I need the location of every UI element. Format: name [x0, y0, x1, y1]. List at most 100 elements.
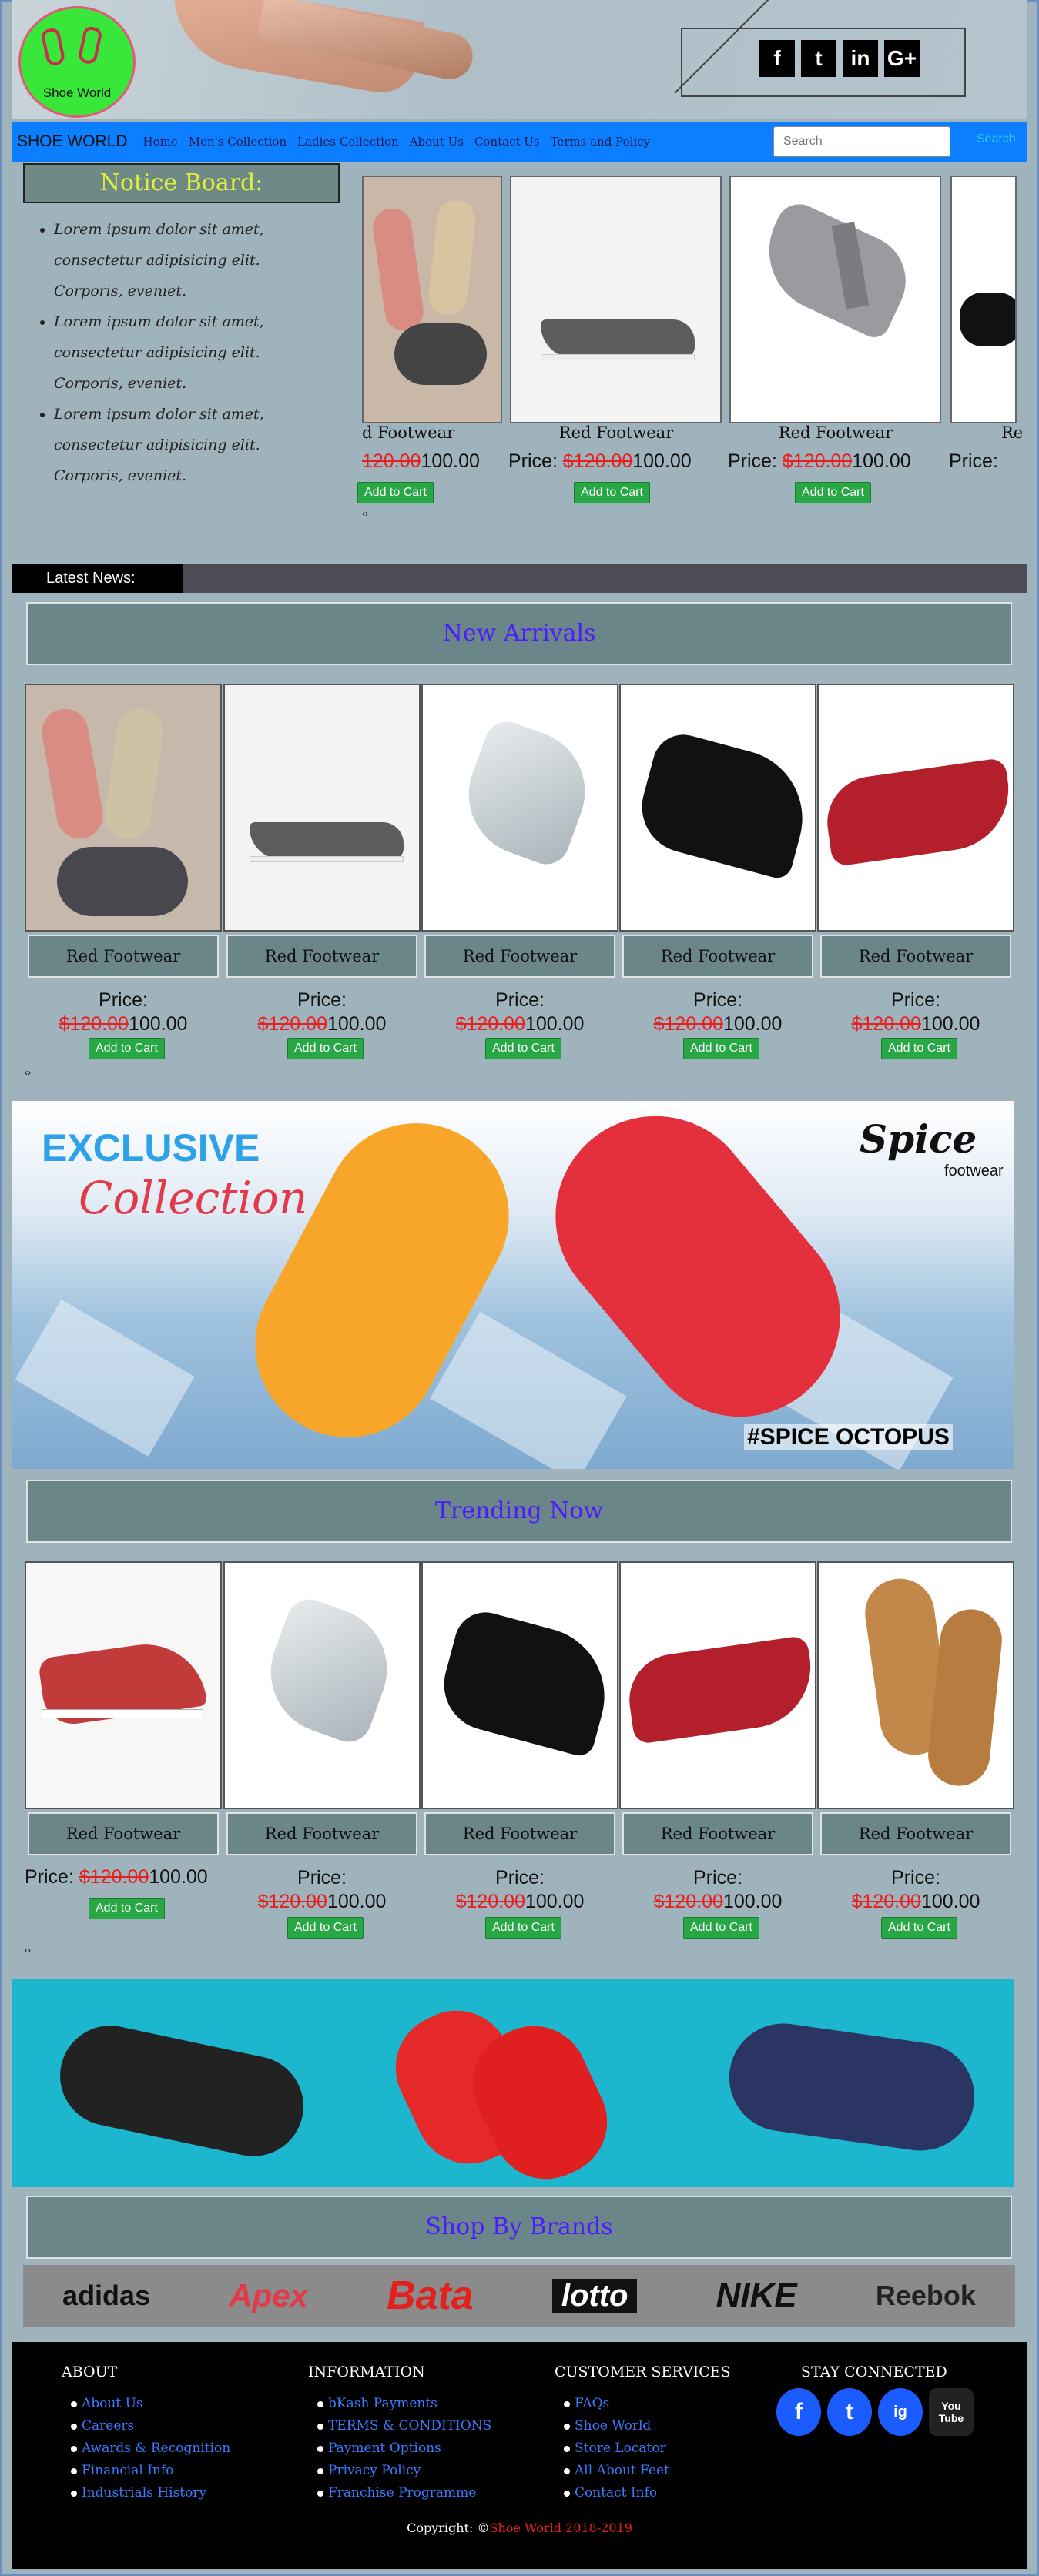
product-price: $120.00100.00 [653, 1891, 783, 1912]
nav-ladies-collection[interactable]: Ladies Collection [297, 135, 399, 149]
footer-link[interactable]: Privacy Policy [317, 2460, 491, 2482]
nav-mens-collection[interactable]: Men's Collection [189, 135, 287, 149]
footer-link[interactable]: Careers [70, 2415, 230, 2437]
footer-link[interactable]: Store Locator [564, 2437, 731, 2460]
footer-link[interactable]: All About Feet [564, 2460, 731, 2482]
add-to-cart-button[interactable]: Add to Cart [485, 1917, 561, 1939]
footer-link[interactable]: TERMS & CONDITIONS [317, 2415, 491, 2437]
main-nav: SHOE WORLD Home Men's Collection Ladies … [12, 122, 1027, 162]
banner-tag: #SPICE OCTOPUS [744, 1424, 953, 1450]
add-to-cart-button[interactable]: Add to Cart [574, 482, 650, 503]
carousel-product-image[interactable] [950, 176, 1017, 423]
brand-bata[interactable]: Bata [387, 2273, 474, 2319]
facebook-icon[interactable]: f [776, 2388, 821, 2436]
carousel-arrows[interactable]: ‹› [362, 508, 368, 519]
add-to-cart-button[interactable]: Add to Cart [287, 1038, 364, 1059]
instagram-icon[interactable]: ig [878, 2388, 923, 2436]
twitter-icon[interactable]: t [801, 40, 836, 77]
footer-link[interactable]: FAQs [564, 2393, 731, 2415]
carousel-product-image[interactable] [362, 176, 502, 423]
product-name: Red Footwear [424, 1812, 615, 1855]
brand-lotto[interactable]: lotto [551, 2278, 638, 2313]
product-name: Red Footwear [820, 935, 1011, 978]
brand-reebok[interactable]: Reebok [876, 2280, 976, 2312]
carousel-product-image[interactable] [729, 176, 941, 423]
black-flipflop [50, 2016, 313, 2166]
site-logo[interactable]: Shoe World [18, 6, 136, 118]
product-price: $120.00100.00 [257, 1013, 387, 1035]
search-button[interactable]: Search [977, 132, 1016, 146]
product-price-label: Price: [99, 989, 148, 1011]
product-price: Price: $120.00100.00 [25, 1866, 208, 1888]
footer-link[interactable]: Franchise Programme [317, 2482, 491, 2504]
brand-adidas[interactable]: adidas [62, 2280, 150, 2312]
product-image[interactable] [817, 684, 1014, 932]
footer-link[interactable]: Industrials History [70, 2482, 230, 2504]
nav-brand[interactable]: SHOE WORLD [17, 132, 128, 151]
add-to-cart-button[interactable]: Add to Cart [89, 1038, 165, 1059]
carousel-price: 120.00100.00 [362, 450, 480, 472]
brand-apex[interactable]: Apex [229, 2277, 308, 2314]
product-image[interactable] [223, 684, 421, 932]
product-image[interactable] [25, 684, 222, 932]
youtube-icon[interactable]: You Tube [929, 2388, 974, 2436]
promo-banner[interactable]: EXCLUSIVE Collection Spice footwear #SPI… [12, 1101, 1014, 1469]
nav-home[interactable]: Home [143, 135, 178, 149]
add-to-cart-button[interactable]: Add to Cart [287, 1917, 364, 1939]
trending-title: Trending Now [26, 1480, 1012, 1543]
grid-arrows[interactable]: ‹› [25, 1067, 31, 1078]
navy-flipflop [722, 2016, 982, 2158]
footer-link[interactable]: About Us [70, 2393, 230, 2415]
product-image[interactable] [619, 684, 816, 932]
footer-link[interactable]: Shoe World [564, 2415, 731, 2437]
exclusive-text: EXCLUSIVE [42, 1126, 260, 1169]
footer-link[interactable]: Payment Options [317, 2437, 491, 2460]
add-to-cart-button[interactable]: Add to Cart [881, 1917, 957, 1939]
grid-arrows[interactable]: ‹› [25, 1945, 31, 1955]
header-social: f t in G+ [759, 40, 920, 77]
nav-terms[interactable]: Terms and Policy [551, 135, 651, 149]
add-to-cart-button[interactable]: Add to Cart [357, 482, 434, 503]
product-image[interactable] [25, 1561, 222, 1809]
product-image[interactable] [817, 1561, 1014, 1809]
flipflop-banner[interactable] [12, 1979, 1014, 2187]
brand-nike[interactable]: NIKE [716, 2277, 797, 2315]
add-to-cart-button[interactable]: Add to Cart [881, 1038, 957, 1059]
product-price-label: Price: [297, 1867, 347, 1889]
footer: ABOUT About Us Careers Awards & Recognit… [12, 2342, 1027, 2569]
add-to-cart-button[interactable]: Add to Cart [89, 1898, 165, 1919]
nav-about-us[interactable]: About Us [410, 135, 464, 149]
footer-stay-title: STAY CONNECTED [801, 2364, 947, 2380]
twitter-icon[interactable]: t [827, 2388, 872, 2436]
brands-strip: adidas Apex Bata lotto NIKE Reebok [23, 2265, 1015, 2327]
footer-information-title: INFORMATION [308, 2364, 425, 2380]
carousel-product-name: d Footwear [362, 423, 455, 442]
footer-customer-title: CUSTOMER SERVICES [555, 2364, 731, 2380]
shop-by-brands-title: Shop By Brands [26, 2196, 1012, 2259]
add-to-cart-button[interactable]: Add to Cart [683, 1917, 759, 1939]
footer-link[interactable]: bKash Payments [317, 2393, 491, 2415]
product-image[interactable] [421, 1561, 618, 1809]
nav-contact-us[interactable]: Contact Us [474, 135, 540, 149]
product-image[interactable] [421, 684, 618, 932]
add-to-cart-button[interactable]: Add to Cart [485, 1038, 561, 1059]
footer-link[interactable]: Awards & Recognition [70, 2437, 230, 2460]
notice-item: Lorem ipsum dolor sit amet, consectetur … [54, 214, 333, 306]
new-arrivals-title: New Arrivals [26, 602, 1012, 665]
google-plus-icon[interactable]: G+ [884, 40, 920, 77]
footer-link[interactable]: Financial Info [70, 2460, 230, 2482]
footer-about: ABOUT About Us Careers Awards & Recognit… [62, 2364, 230, 2504]
add-to-cart-button[interactable]: Add to Cart [683, 1038, 759, 1059]
footer-customer-services: CUSTOMER SERVICES FAQs Shoe World Store … [555, 2364, 731, 2504]
product-name: Red Footwear [622, 935, 813, 978]
carousel-product-image[interactable] [510, 176, 722, 423]
footer-link[interactable]: Contact Info [564, 2482, 731, 2504]
add-to-cart-button[interactable]: Add to Cart [795, 482, 871, 503]
linkedin-icon[interactable]: in [843, 40, 878, 77]
facebook-icon[interactable]: f [759, 40, 795, 77]
search-input[interactable] [773, 126, 950, 157]
product-name: Red Footwear [28, 935, 219, 978]
product-price-label: Price: [495, 989, 545, 1011]
product-image[interactable] [619, 1561, 816, 1809]
product-image[interactable] [223, 1561, 421, 1809]
